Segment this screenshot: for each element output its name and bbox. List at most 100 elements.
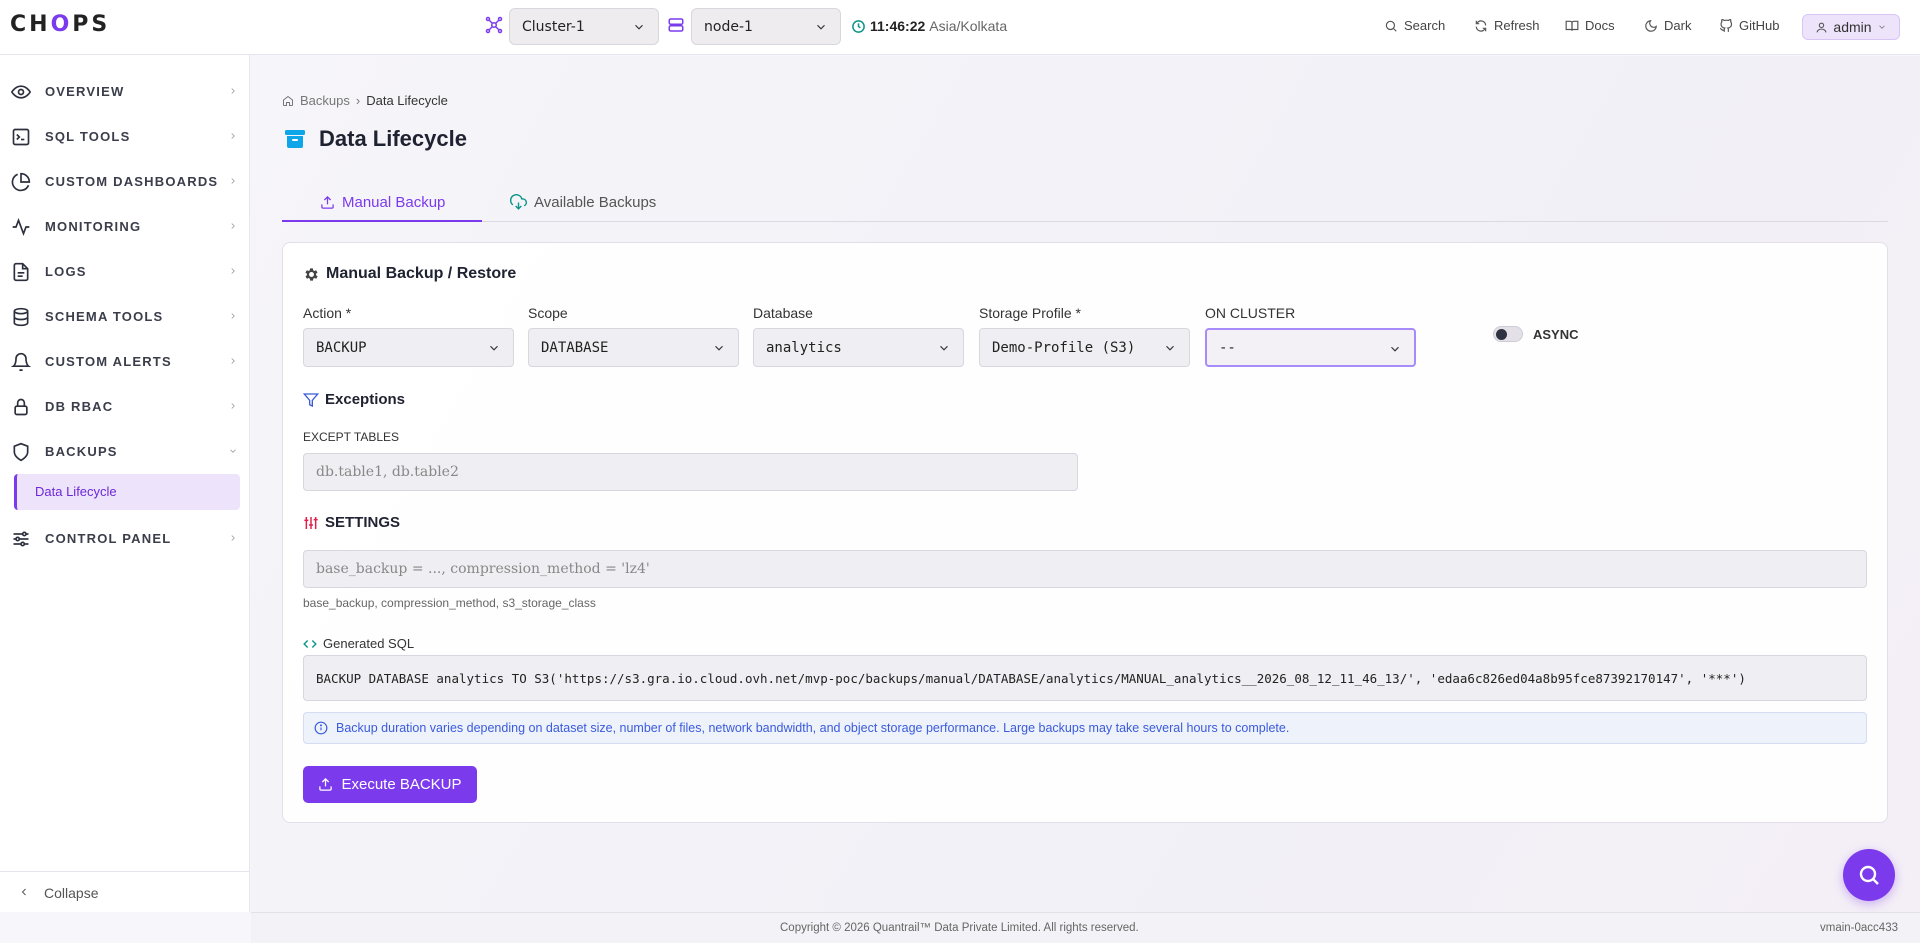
exceptions-heading: Exceptions	[303, 391, 405, 408]
async-toggle[interactable]	[1493, 326, 1523, 342]
sidebar-item-label: CUSTOM DASHBOARDS	[45, 174, 219, 189]
collapse-label: Collapse	[44, 885, 99, 901]
breadcrumb-separator: ›	[355, 93, 361, 108]
docs-link[interactable]: Docs	[1565, 18, 1615, 33]
clock-timezone: Asia/Kolkata	[929, 18, 1008, 34]
refresh-link-label: Refresh	[1494, 18, 1540, 33]
sidebar-item-monitoring[interactable]: MONITORING	[0, 206, 250, 246]
clock-time: 11:46:22	[870, 18, 926, 34]
chevron-down-icon	[817, 24, 825, 30]
user-menu-button[interactable]: admin	[1802, 14, 1900, 40]
on-cluster-select[interactable]: --	[1205, 328, 1416, 367]
chevron-right-icon	[231, 535, 235, 541]
docs-link-label: Docs	[1585, 18, 1615, 33]
tab-available-backups[interactable]: Available Backups	[510, 183, 656, 222]
storage-profile-select[interactable]: Demo-Profile (S3)	[979, 328, 1190, 367]
breadcrumb-root[interactable]: Backups	[300, 93, 350, 108]
upload-icon	[319, 777, 333, 791]
sidebar-item-label: OVERVIEW	[45, 84, 125, 99]
chevron-down-icon	[1166, 345, 1174, 351]
chevron-right-icon	[231, 268, 235, 274]
action-label: Action *	[303, 305, 352, 321]
chevron-right-icon	[231, 178, 235, 184]
except-tables-label: EXCEPT TABLES	[303, 430, 400, 444]
chevron-right-icon	[231, 223, 235, 229]
node-select-value: node-1	[704, 18, 753, 35]
chevron-down-icon	[490, 345, 498, 351]
sidebar-subitem-label: Data Lifecycle	[35, 484, 117, 499]
app-logo[interactable]: CHOPS	[10, 12, 110, 37]
sidebar-collapse-button[interactable]: Collapse	[0, 871, 250, 912]
chevron-down-icon	[1878, 25, 1885, 29]
search-link[interactable]: Search	[1384, 18, 1445, 33]
chevron-down-icon	[635, 24, 643, 30]
clock-icon	[852, 19, 865, 33]
sidebar-subitem-data-lifecycle[interactable]: Data Lifecycle	[14, 474, 240, 510]
upload-icon	[321, 195, 334, 209]
user-name: admin	[1833, 19, 1872, 35]
breadcrumb-current: Data Lifecycle	[366, 93, 448, 108]
footer: Copyright © 2026 Quantrail™ Data Private…	[251, 912, 1920, 943]
chevron-down-icon	[1391, 346, 1399, 352]
generated-sql-box[interactable]: BACKUP DATABASE analytics TO S3('https:/…	[303, 655, 1867, 701]
cloud-download-icon	[510, 194, 527, 210]
execute-backup-button[interactable]: Execute BACKUP	[303, 766, 477, 803]
refresh-link[interactable]: Refresh	[1474, 18, 1540, 33]
search-icon	[1385, 20, 1397, 32]
sidebar-item-custom-dashboards[interactable]: CUSTOM DASHBOARDS	[0, 161, 250, 201]
tab-manual-backup[interactable]: Manual Backup	[320, 183, 445, 222]
sidebar-item-label: CONTROL PANEL	[45, 531, 172, 546]
storage-profile-select-value: Demo-Profile (S3)	[992, 339, 1136, 356]
generated-sql-label: Generated SQL	[323, 636, 415, 651]
theme-toggle[interactable]: Dark	[1644, 18, 1691, 33]
sidebar-item-overview[interactable]: OVERVIEW	[0, 71, 250, 111]
theme-toggle-label: Dark	[1664, 18, 1692, 33]
on-cluster-label: ON CLUSTER	[1205, 305, 1296, 321]
file-icon	[13, 262, 29, 282]
github-icon	[1719, 18, 1733, 32]
scope-select[interactable]: DATABASE	[528, 328, 739, 367]
user-icon	[1817, 22, 1827, 32]
sidebar-item-logs[interactable]: LOGS	[0, 251, 250, 291]
action-select-value: BACKUP	[316, 339, 367, 356]
generated-sql-text: BACKUP DATABASE analytics TO S3('https:/…	[316, 670, 1746, 686]
card-title-label: Manual Backup / Restore	[326, 265, 517, 282]
terminal-icon	[12, 128, 30, 146]
eye-icon	[11, 85, 31, 99]
action-select[interactable]: BACKUP	[303, 328, 514, 367]
bell-icon	[11, 352, 31, 372]
activity-icon	[12, 217, 30, 237]
execute-backup-label: Execute BACKUP	[341, 776, 462, 793]
page-title: Data Lifecycle	[319, 126, 467, 151]
sidebar-item-control-panel[interactable]: CONTROL PANEL	[0, 518, 250, 558]
book-icon	[1565, 20, 1579, 31]
chevron-down-icon	[715, 345, 723, 351]
toggle-knob	[1496, 329, 1507, 340]
sidebar-item-schema-tools[interactable]: SCHEMA TOOLS	[0, 296, 250, 336]
cluster-select[interactable]: Cluster-1	[509, 8, 659, 45]
except-tables-input[interactable]: db.table1, db.table2	[303, 453, 1078, 491]
settings-title: SETTINGS	[325, 514, 401, 531]
chevron-right-icon	[231, 88, 235, 94]
settings-input[interactable]: base_backup = ..., compression_method = …	[303, 550, 1867, 588]
sidebar-item-db-rbac[interactable]: DB RBAC	[0, 386, 250, 426]
floating-search-button[interactable]	[1843, 849, 1895, 901]
filter-icon	[303, 392, 319, 407]
sidebar-item-backups[interactable]: BACKUPS	[0, 431, 250, 471]
node-select[interactable]: node-1	[691, 8, 841, 45]
github-link[interactable]: GitHub	[1719, 18, 1779, 33]
code-icon	[303, 639, 317, 648]
sidebar-item-sql-tools[interactable]: SQL TOOLS	[0, 116, 250, 156]
generated-sql-heading: Generated SQL	[303, 636, 414, 651]
moon-icon	[1645, 19, 1657, 32]
breadcrumb: Backups › Data Lifecycle	[282, 93, 448, 108]
database-label: Database	[753, 305, 813, 321]
database-select[interactable]: analytics	[753, 328, 964, 367]
info-banner: Backup duration varies depending on data…	[303, 712, 1867, 744]
search-link-label: Search	[1404, 18, 1446, 33]
sidebar-item-label: SQL TOOLS	[45, 129, 131, 144]
sliders-icon	[304, 516, 318, 529]
sidebar-item-custom-alerts[interactable]: CUSTOM ALERTS	[0, 341, 250, 381]
settings-heading: SETTINGS	[303, 514, 400, 531]
pie-chart-icon	[11, 172, 31, 192]
